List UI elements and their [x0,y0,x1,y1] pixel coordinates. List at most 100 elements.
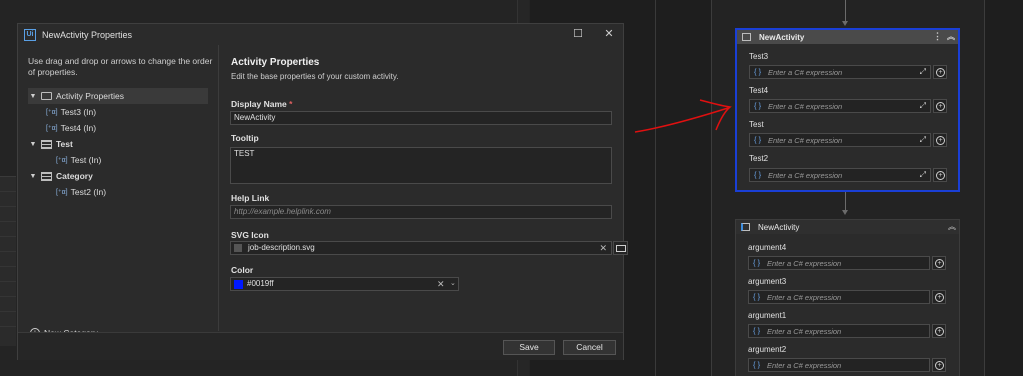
color-swatch [234,280,243,289]
tree-item-label: Activity Properties [56,91,125,101]
flow-arrow-icon [842,21,848,26]
background-divider [655,0,656,376]
collapse-icon[interactable]: ︽ [948,221,956,232]
dialog-footer: Save Cancel [18,332,623,360]
clear-icon[interactable]: ✕ [599,242,607,254]
browse-folder-button[interactable] [613,241,628,255]
activity-card[interactable]: NewActivity ︽ argument4 { } Enter a C# ex… [735,219,960,376]
argument-icon: [⁺α] [46,109,58,116]
expression-icon: { } [753,258,761,267]
add-argument-button[interactable]: + [933,99,947,113]
plus-circle-icon: + [935,361,944,370]
expand-icon[interactable]: ⤢ [920,101,926,111]
add-argument-button[interactable]: + [933,168,947,182]
more-options-icon[interactable]: ⋮ [933,31,942,42]
expression-icon: { } [754,170,762,179]
plus-circle-icon: + [935,293,944,302]
add-argument-button[interactable]: + [933,65,947,79]
activity-icon [741,223,750,231]
svg-icon-label: SVG Icon [231,230,269,240]
tooltip-textarea[interactable]: TEST [230,147,612,184]
save-button[interactable]: Save [503,340,555,355]
tree-item-category[interactable]: ▼ Category [28,168,208,184]
tooltip-label: Tooltip [231,133,259,143]
add-argument-button[interactable]: + [932,358,946,372]
activity-properties-dialog: Ui NewActivity Properties ☐ ✕ Use drag a… [17,23,628,360]
dialog-title: NewActivity Properties [42,29,133,40]
expression-input[interactable]: { } Enter a C# expression [748,290,930,304]
expression-icon: { } [753,292,761,301]
form-heading: Activity Properties [231,57,320,68]
expression-input[interactable]: { } Enter a C# expression ⤢ [749,133,931,147]
activity-card-selected[interactable]: NewActivity ⋮ ︽ Test3 { } Enter a C# expr… [735,28,960,192]
close-icon[interactable]: ✕ [600,26,618,42]
maximize-icon[interactable]: ☐ [569,26,587,42]
argument-label: argument4 [748,243,787,252]
flow-arrow-icon [842,210,848,215]
tree-item-test2[interactable]: [⁺α] Test2 (In) [28,184,208,200]
expression-icon: { } [754,67,762,76]
tree-item-label: Test4 (In) [60,123,97,133]
flow-connector [845,0,846,22]
category-icon [41,139,52,149]
clear-icon[interactable]: ✕ [437,278,445,290]
expression-input[interactable]: { } Enter a C# expression ⤢ [749,168,931,182]
argument-label: argument2 [748,345,787,354]
tree-item-test3[interactable]: [⁺α] Test3 (In) [28,104,208,120]
color-picker-input[interactable]: #0019ff ✕ ⌄ [230,277,459,291]
cancel-button[interactable]: Cancel [563,340,616,355]
folder-icon [616,245,626,252]
chevron-down-icon[interactable]: ▼ [28,93,38,100]
activity-icon [742,33,751,41]
red-annotation-arrow [634,99,732,133]
expression-input[interactable]: { } Enter a C# expression ⤢ [749,65,931,79]
tree-item-category-test[interactable]: ▼ Test [28,136,208,152]
tree-item-activity-properties[interactable]: ▼ Activity Properties [28,88,208,104]
tree-item-label: Test2 (In) [70,187,107,197]
expression-icon: { } [754,135,762,144]
tree-item-test[interactable]: [⁺α] Test (In) [28,152,208,168]
plus-circle-icon: + [936,68,945,77]
expression-input[interactable]: { } Enter a C# expression [748,256,930,270]
argument-label: Test [749,120,764,129]
expression-input[interactable]: { } Enter a C# expression ⤢ [749,99,931,113]
activity-card-header[interactable]: NewActivity ⋮ ︽ [737,30,958,44]
tree-item-label: Test (In) [70,155,102,165]
tree-item-test4[interactable]: [⁺α] Test4 (In) [28,120,208,136]
expand-icon[interactable]: ⤢ [920,67,926,77]
add-argument-button[interactable]: + [932,290,946,304]
dialog-titlebar: Ui NewActivity Properties [18,24,623,45]
property-order-pane: Use drag and drop or arrows to change th… [18,45,219,338]
add-argument-button[interactable]: + [933,133,947,147]
activity-card-header[interactable]: NewActivity ︽ [736,220,959,234]
category-icon [41,171,52,181]
expression-icon: { } [753,360,761,369]
activity-properties-form: Activity Properties Edit the base proper… [230,45,628,331]
argument-icon: [⁺α] [46,125,58,132]
add-argument-button[interactable]: + [932,324,946,338]
svg-icon-input[interactable]: job-description.svg ✕ [230,241,612,255]
flow-connector [845,192,846,212]
expand-icon[interactable]: ⤢ [920,170,926,180]
expression-icon: { } [754,101,762,110]
tree-item-label: Test [56,139,73,149]
form-subheading: Edit the base properties of your custom … [231,72,399,81]
activity-card-title: NewActivity [758,222,800,232]
chevron-down-icon[interactable]: ▼ [28,173,38,180]
expand-icon[interactable]: ⤢ [920,135,926,145]
chevron-down-icon[interactable]: ▼ [28,141,38,148]
property-tree: ▼ Activity Properties [⁺α] Test3 (In) [⁺… [28,88,208,200]
add-argument-button[interactable]: + [932,256,946,270]
chevron-down-icon[interactable]: ⌄ [450,278,456,290]
collapse-icon[interactable]: ︽ [947,31,955,42]
display-name-label: Display Name * [231,99,293,109]
argument-label: argument3 [748,277,787,286]
activity-icon [41,92,52,100]
display-name-input[interactable]: NewActivity [230,111,612,125]
argument-label: Test4 [749,86,769,95]
help-link-input[interactable]: http://example.helplink.com [230,205,612,219]
expression-input[interactable]: { } Enter a C# expression [748,324,930,338]
tree-item-label: Category [56,171,93,181]
expression-input[interactable]: { } Enter a C# expression [748,358,930,372]
background-panel-strip [0,176,16,346]
